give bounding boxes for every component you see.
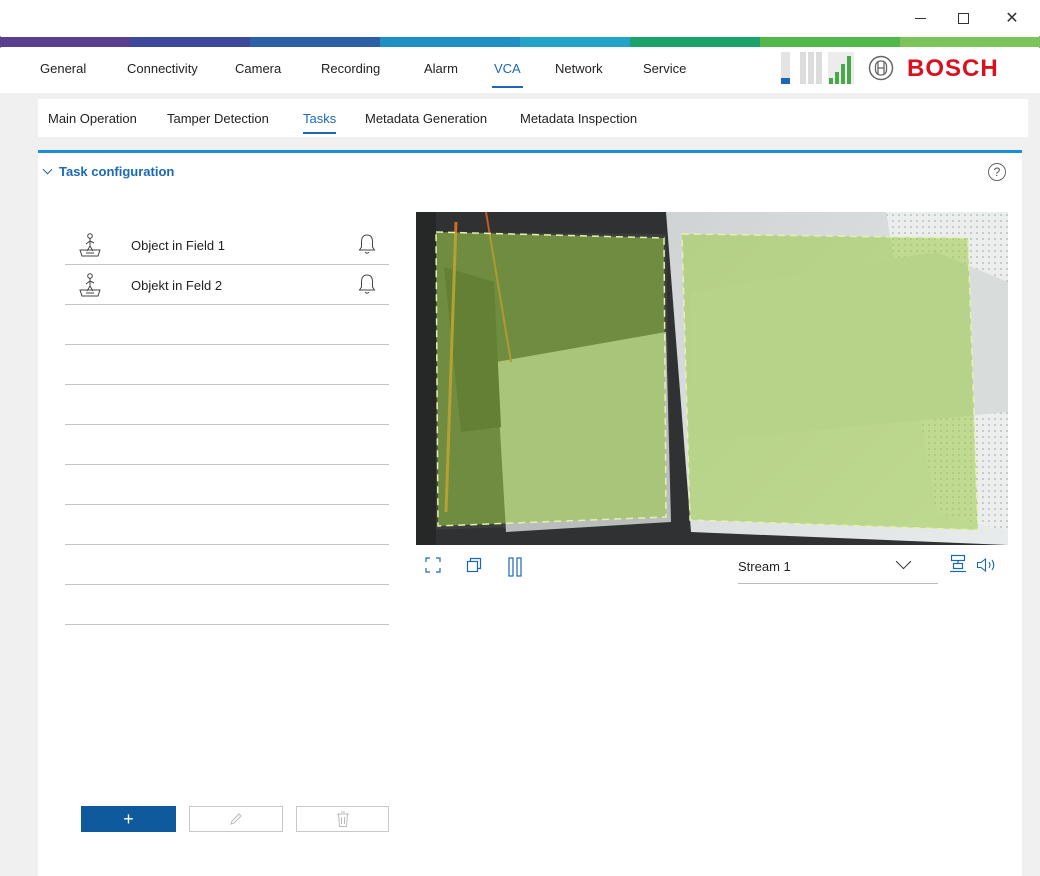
signal-strength-icon <box>828 52 854 84</box>
trash-icon <box>336 811 349 827</box>
maximize-icon <box>957 12 969 24</box>
minimize-icon <box>914 17 926 19</box>
pause-icon[interactable] <box>507 557 523 577</box>
list-item[interactable]: Objekt in Feld 2 <box>65 265 389 305</box>
empty-list-row <box>65 505 389 545</box>
stream-select[interactable]: Stream 1 <box>738 553 938 584</box>
task-label: Object in Field 1 <box>131 238 225 253</box>
pencil-icon <box>230 813 242 825</box>
color-band-segment <box>900 37 1040 47</box>
task-list: Object in Field 1 Objekt in Feld 2 <box>65 225 389 625</box>
maximize-button[interactable] <box>943 4 983 32</box>
layout-icon[interactable] <box>949 554 967 574</box>
list-item[interactable]: Object in Field 1 <box>65 225 389 265</box>
add-task-button[interactable]: + <box>81 806 176 832</box>
window-titlebar: ✕ <box>0 0 1040 36</box>
bosch-armature-icon <box>868 55 894 81</box>
brand-logo-text: BOSCH <box>907 55 999 82</box>
camera-scene-image <box>416 212 1008 545</box>
empty-list-row <box>65 545 389 585</box>
close-button[interactable]: ✕ <box>992 4 1032 32</box>
nav-item-general[interactable]: General <box>40 61 86 76</box>
cpu-load-icon <box>781 52 790 84</box>
edit-task-button[interactable] <box>189 806 283 832</box>
person-in-field-icon <box>79 233 101 257</box>
chevron-down-icon <box>42 164 53 175</box>
color-band-segment <box>0 37 130 47</box>
tab-tasks[interactable]: Tasks <box>303 111 337 134</box>
empty-list-row <box>65 385 389 425</box>
help-icon[interactable]: ? <box>988 163 1006 181</box>
brand-color-band <box>0 37 1040 47</box>
bell-icon <box>358 234 376 254</box>
nav-item-recording[interactable]: Recording <box>321 61 380 76</box>
color-band-segment <box>760 37 900 47</box>
person-in-field-icon <box>79 273 101 297</box>
nav-item-connectivity[interactable]: Connectivity <box>127 61 198 76</box>
audio-icon[interactable] <box>976 557 998 573</box>
nav-item-network[interactable]: Network <box>555 61 603 76</box>
empty-list-row <box>65 465 389 505</box>
color-band-segment <box>630 37 760 47</box>
empty-list-row <box>65 425 389 465</box>
bell-icon <box>358 274 376 294</box>
stream-value: Stream 1 <box>738 559 791 574</box>
chevron-down-icon <box>895 553 912 570</box>
color-band-segment <box>250 37 380 47</box>
nav-item-vca[interactable]: VCA <box>492 61 523 88</box>
delete-task-button[interactable] <box>296 806 389 832</box>
panel-title: Task configuration <box>59 164 175 179</box>
color-band-segment <box>520 37 630 47</box>
empty-list-row <box>65 305 389 345</box>
tab-metadata-generation[interactable]: Metadata Generation <box>365 111 487 126</box>
task-label: Objekt in Feld 2 <box>131 278 223 293</box>
color-band-segment <box>380 37 520 47</box>
empty-list-row <box>65 585 389 625</box>
fullscreen-icon[interactable] <box>425 557 441 573</box>
minimize-button[interactable] <box>900 4 940 32</box>
nav-item-service[interactable]: Service <box>643 61 686 76</box>
sub-nav: Main Operation Tamper Detection Tasks Me… <box>38 99 1028 137</box>
color-band-segment <box>130 37 250 47</box>
empty-list-row <box>65 345 389 385</box>
recording-status-icon <box>800 52 822 84</box>
nav-item-camera[interactable]: Camera <box>235 61 281 76</box>
nav-item-alarm[interactable]: Alarm <box>424 61 458 76</box>
copy-snapshot-icon[interactable] <box>466 557 482 573</box>
tab-main-operation[interactable]: Main Operation <box>48 111 137 126</box>
tab-metadata-inspection[interactable]: Metadata Inspection <box>520 111 637 126</box>
tab-tamper-detection[interactable]: Tamper Detection <box>167 111 269 126</box>
camera-live-view[interactable] <box>416 212 1008 545</box>
panel-header[interactable]: Task configuration <box>42 164 175 179</box>
